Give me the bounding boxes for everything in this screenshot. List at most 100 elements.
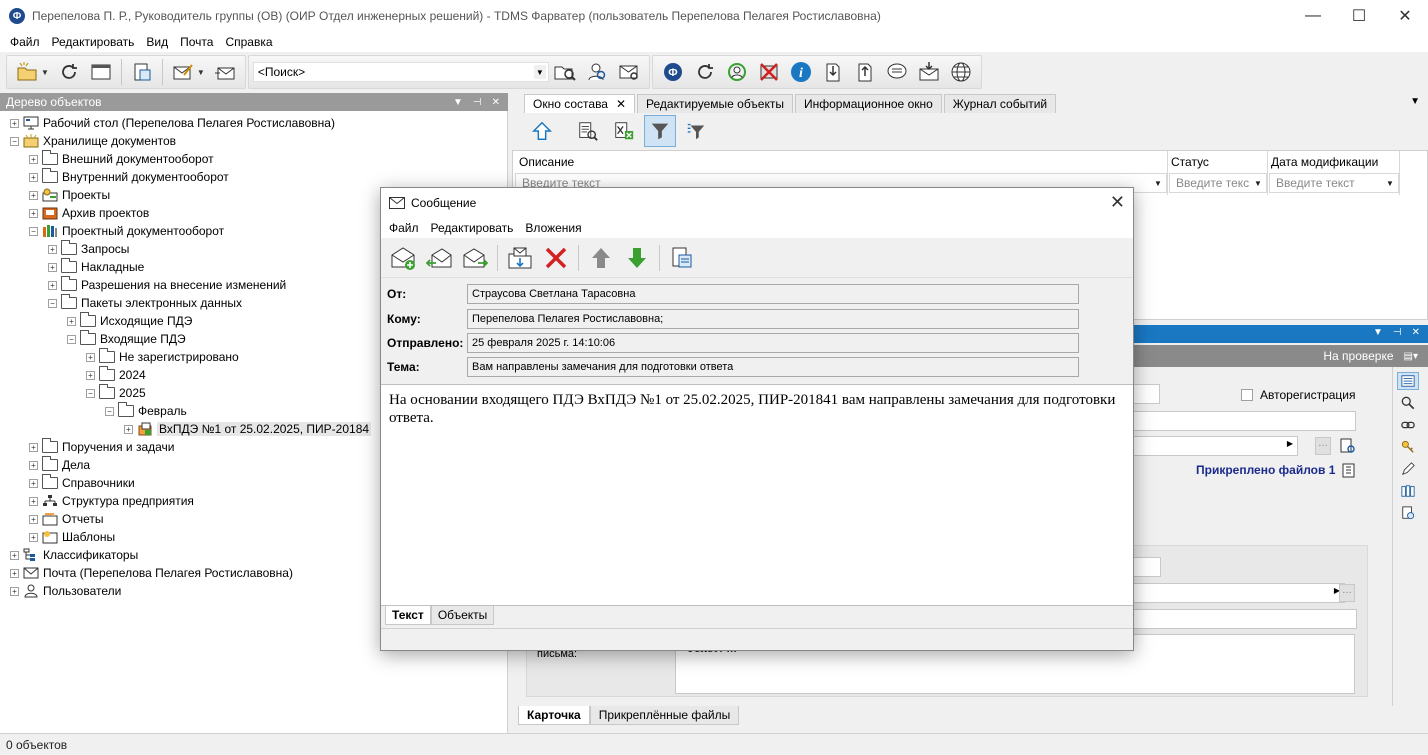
expand-icon[interactable]: +: [48, 244, 57, 254]
search-combo-dropdown[interactable]: ▼: [533, 65, 546, 79]
expand-icon[interactable]: +: [29, 442, 38, 452]
message-body[interactable]: На основании входящего ПДЭ ВхПДЭ №1 от 2…: [381, 384, 1133, 606]
tree-item[interactable]: − Хранилище документов: [10, 132, 176, 150]
maximize-button[interactable]: ☐: [1336, 0, 1382, 32]
collapse-icon[interactable]: −: [105, 406, 114, 416]
dialog-close-button[interactable]: ✕: [1110, 192, 1125, 213]
letter-link-field[interactable]: ▶: [1123, 583, 1345, 603]
tree-item[interactable]: − 2025: [86, 384, 146, 402]
search-combo[interactable]: <Поиск> ▼: [252, 62, 549, 82]
close-button[interactable]: ✕: [1382, 0, 1428, 32]
web-button[interactable]: [947, 58, 975, 86]
tree-item[interactable]: + Разрешения на внесение изменений: [48, 276, 286, 294]
link-search-icon[interactable]: [1339, 437, 1357, 455]
filter-dropdown-icon[interactable]: ▼: [1252, 176, 1264, 190]
tree-item[interactable]: + Дела: [29, 456, 90, 474]
attachment-icon[interactable]: [1341, 462, 1357, 478]
tree-item[interactable]: + Отчеты: [29, 510, 103, 528]
tree-item[interactable]: − Пакеты электронных данных: [48, 294, 242, 312]
expand-icon[interactable]: +: [86, 370, 95, 380]
tabs-dropdown-icon[interactable]: ▼: [1410, 96, 1420, 107]
side-sign-button[interactable]: [1397, 460, 1419, 478]
expand-icon[interactable]: +: [48, 262, 57, 272]
expand-icon[interactable]: +: [29, 154, 38, 164]
expand-icon[interactable]: +: [29, 532, 38, 542]
new-message-button[interactable]: [387, 242, 419, 274]
menu-mail[interactable]: Почта: [174, 35, 219, 49]
menu-help[interactable]: Справка: [219, 35, 278, 49]
tree-item[interactable]: + Внутренний документооборот: [29, 168, 229, 186]
collapse-icon[interactable]: −: [29, 226, 38, 236]
message-button[interactable]: [883, 58, 911, 86]
tree-item[interactable]: − Проектный документооборот: [29, 222, 224, 240]
panel-menu-icon[interactable]: ▼: [453, 97, 463, 108]
expand-icon[interactable]: +: [67, 316, 76, 326]
pin-icon[interactable]: ⊣: [1393, 327, 1402, 338]
tree-item[interactable]: + Не зарегистрировано: [86, 348, 239, 366]
tab-edited-objects[interactable]: Редактируемые объекты: [637, 94, 793, 113]
side-link-button[interactable]: [1397, 416, 1419, 434]
letter-browse-button[interactable]: …: [1339, 584, 1355, 602]
expand-icon[interactable]: +: [29, 460, 38, 470]
search-folder-button[interactable]: [551, 58, 579, 86]
link-browse-button[interactable]: …: [1315, 437, 1331, 455]
expand-icon[interactable]: +: [29, 208, 38, 218]
copy-to-clipboard-button[interactable]: [666, 242, 698, 274]
expand-icon[interactable]: +: [29, 496, 38, 506]
tab-text[interactable]: Текст: [385, 606, 431, 625]
tree-item[interactable]: + Накладные: [48, 258, 144, 276]
minimize-button[interactable]: —: [1290, 0, 1336, 32]
go-up-button[interactable]: [526, 115, 558, 147]
clipboard-button[interactable]: [128, 58, 156, 86]
status-menu-icon[interactable]: ▤▾: [1404, 351, 1418, 362]
window-view-button[interactable]: [87, 58, 115, 86]
card-link-field[interactable]: ▶: [1132, 436, 1298, 456]
farvater-button[interactable]: Ф: [659, 58, 687, 86]
tab-attached-files[interactable]: Прикреплённые файлы: [589, 706, 740, 725]
update-button[interactable]: [691, 58, 719, 86]
export-excel-button[interactable]: [608, 115, 640, 147]
tab-event-log[interactable]: Журнал событий: [943, 94, 1057, 113]
new-object-button[interactable]: [13, 58, 41, 86]
search-user-button[interactable]: [583, 58, 611, 86]
send-mail-button[interactable]: [211, 58, 239, 86]
column-header-modified[interactable]: Дата модификации: [1271, 155, 1378, 169]
pin-icon[interactable]: ⊣: [473, 97, 482, 108]
tab-objects[interactable]: Объекты: [430, 606, 495, 625]
expand-icon[interactable]: +: [29, 172, 38, 182]
filter-settings-button[interactable]: [680, 115, 712, 147]
tab-close-icon[interactable]: ✕: [616, 97, 626, 111]
collapse-icon[interactable]: −: [10, 136, 19, 146]
tab-info-window[interactable]: Информационное окно: [794, 94, 942, 113]
compose-mail-dropdown[interactable]: ▼: [197, 68, 205, 77]
side-search-button[interactable]: [1397, 394, 1419, 412]
expand-icon[interactable]: +: [29, 478, 38, 488]
disconnect-button[interactable]: [755, 58, 783, 86]
card-name-field[interactable]: [1132, 411, 1356, 431]
tab-composition[interactable]: Окно состава ✕: [524, 94, 636, 113]
collapse-icon[interactable]: −: [86, 388, 95, 398]
dialog-menu-edit[interactable]: Редактировать: [425, 221, 520, 235]
filter-modified-input[interactable]: Введите текст ▼: [1269, 173, 1399, 193]
tree-item[interactable]: + Внешний документооборот: [29, 150, 214, 168]
expand-icon[interactable]: +: [29, 514, 38, 524]
expand-icon[interactable]: +: [29, 190, 38, 200]
tab-card[interactable]: Карточка: [518, 706, 590, 725]
menu-edit[interactable]: Редактировать: [46, 35, 141, 49]
tree-item[interactable]: + Справочники: [29, 474, 135, 492]
expand-icon[interactable]: +: [10, 568, 19, 578]
filter-dropdown-icon[interactable]: ▼: [1384, 176, 1396, 190]
card-number-field[interactable]: [1132, 384, 1160, 404]
column-header-status[interactable]: Статус: [1171, 155, 1209, 169]
card-view-button[interactable]: [1397, 372, 1419, 390]
tree-item[interactable]: +2024: [86, 366, 146, 384]
sync-users-button[interactable]: [723, 58, 751, 86]
save-to-folder-button[interactable]: [504, 242, 536, 274]
collapse-icon[interactable]: −: [48, 298, 57, 308]
letter-subject-field[interactable]: [1123, 609, 1357, 629]
expand-icon[interactable]: +: [86, 352, 95, 362]
filter-toggle-button[interactable]: [644, 115, 676, 147]
attached-files-link[interactable]: Прикреплено файлов 1: [1196, 463, 1335, 477]
side-key-button[interactable]: [1397, 438, 1419, 456]
tree-item[interactable]: − Входящие ПДЭ: [67, 330, 186, 348]
